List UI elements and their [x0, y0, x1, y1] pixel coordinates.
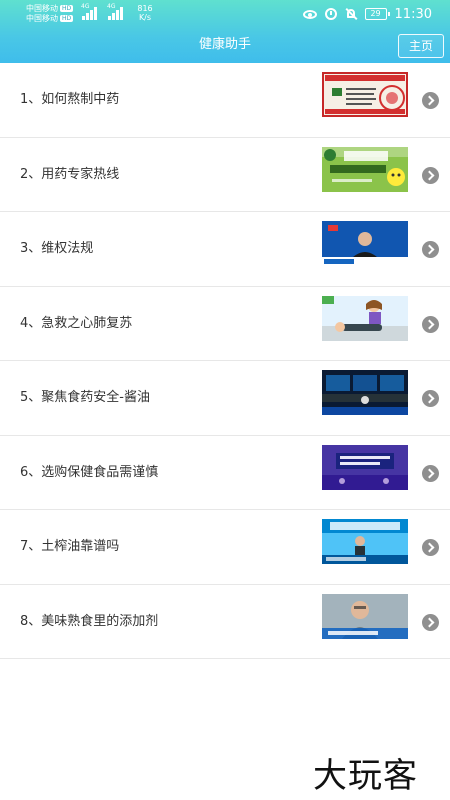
network-type-1: 4G	[81, 3, 90, 10]
list-item[interactable]: 5、聚焦食药安全-酱油	[0, 361, 450, 436]
chevron-right-icon[interactable]	[422, 464, 439, 482]
chevron-right-icon[interactable]	[422, 539, 439, 556]
hd-badge: HD	[60, 5, 74, 12]
list-item-title: 6、选购保健食品需谨慎	[20, 464, 159, 480]
dark-studio-thumbnail[interactable]	[322, 370, 408, 415]
hd-badge-2: HD	[60, 15, 74, 22]
list-item-title: 1、如何熬制中药	[20, 92, 120, 107]
news-anchor-thumbnail[interactable]	[322, 221, 408, 266]
list-item-title: 4、急救之心肺复苏	[20, 315, 133, 331]
red-certificate-thumbnail[interactable]	[322, 72, 408, 117]
list-item[interactable]: 1、如何熬制中药	[0, 63, 450, 138]
mute-icon	[345, 8, 357, 20]
signal-icon: 4G	[107, 3, 130, 20]
list-item-title: 8、美味熟食里的添加剂	[20, 613, 159, 629]
network-speed: 816 K/s	[134, 4, 156, 22]
signal-icon: 4G	[81, 3, 104, 20]
list-item-title: 3、维权法规	[20, 241, 94, 256]
interview-thumbnail[interactable]	[322, 593, 408, 639]
status-bar: 中国移动 HD 中国移动 HD 4G 4G 816 K/s 29 11:30	[0, 0, 450, 30]
chevron-right-icon[interactable]	[422, 613, 439, 631]
green-hotline-thumbnail[interactable]	[322, 146, 408, 192]
article-list: 1、如何熬制中药 2、用药专家热线 3、维权法规 4、急救之心肺复苏 5、聚焦食…	[0, 63, 450, 659]
clock: 11:30	[394, 6, 432, 22]
watermark-logo: 大玩客	[313, 756, 418, 796]
home-button[interactable]: 主页	[398, 34, 444, 58]
alarm-icon	[324, 8, 337, 20]
eye-icon	[302, 9, 317, 19]
chevron-right-icon[interactable]	[422, 241, 439, 258]
list-item[interactable]: 6、选购保健食品需谨慎	[0, 435, 450, 510]
list-item[interactable]: 4、急救之心肺复苏	[0, 286, 450, 361]
carrier-name-1: 中国移动	[26, 4, 58, 13]
list-item-title: 7、土榨油靠谱吗	[20, 539, 120, 554]
list-item[interactable]: 2、用药专家热线	[0, 137, 450, 212]
page-title: 健康助手	[198, 37, 251, 52]
carrier-name-2: 中国移动	[26, 14, 58, 23]
list-item[interactable]: 3、维权法规	[0, 212, 450, 287]
chevron-right-icon[interactable]	[422, 315, 439, 333]
speed-value: 816	[137, 4, 153, 13]
chevron-right-icon[interactable]	[422, 92, 439, 109]
list-item[interactable]: 8、美味熟食里的添加剂	[0, 584, 450, 659]
list-item[interactable]: 7、土榨油靠谱吗	[0, 510, 450, 585]
purple-studio-thumbnail[interactable]	[322, 444, 408, 490]
blue-show-thumbnail[interactable]	[322, 519, 408, 564]
battery-icon: 29	[364, 8, 390, 20]
network-type-2: 4G	[107, 3, 116, 10]
list-item-title: 2、用药专家热线	[20, 166, 120, 182]
app-header: 中国移动 HD 中国移动 HD 4G 4G 816 K/s 29 11:30 健康助…	[0, 0, 450, 63]
cpr-cartoon-thumbnail[interactable]	[322, 295, 408, 341]
list-item-title: 5、聚焦食药安全-酱油	[20, 390, 150, 405]
chevron-right-icon[interactable]	[422, 166, 439, 184]
speed-unit: K/s	[138, 13, 152, 22]
chevron-right-icon[interactable]	[422, 390, 439, 407]
